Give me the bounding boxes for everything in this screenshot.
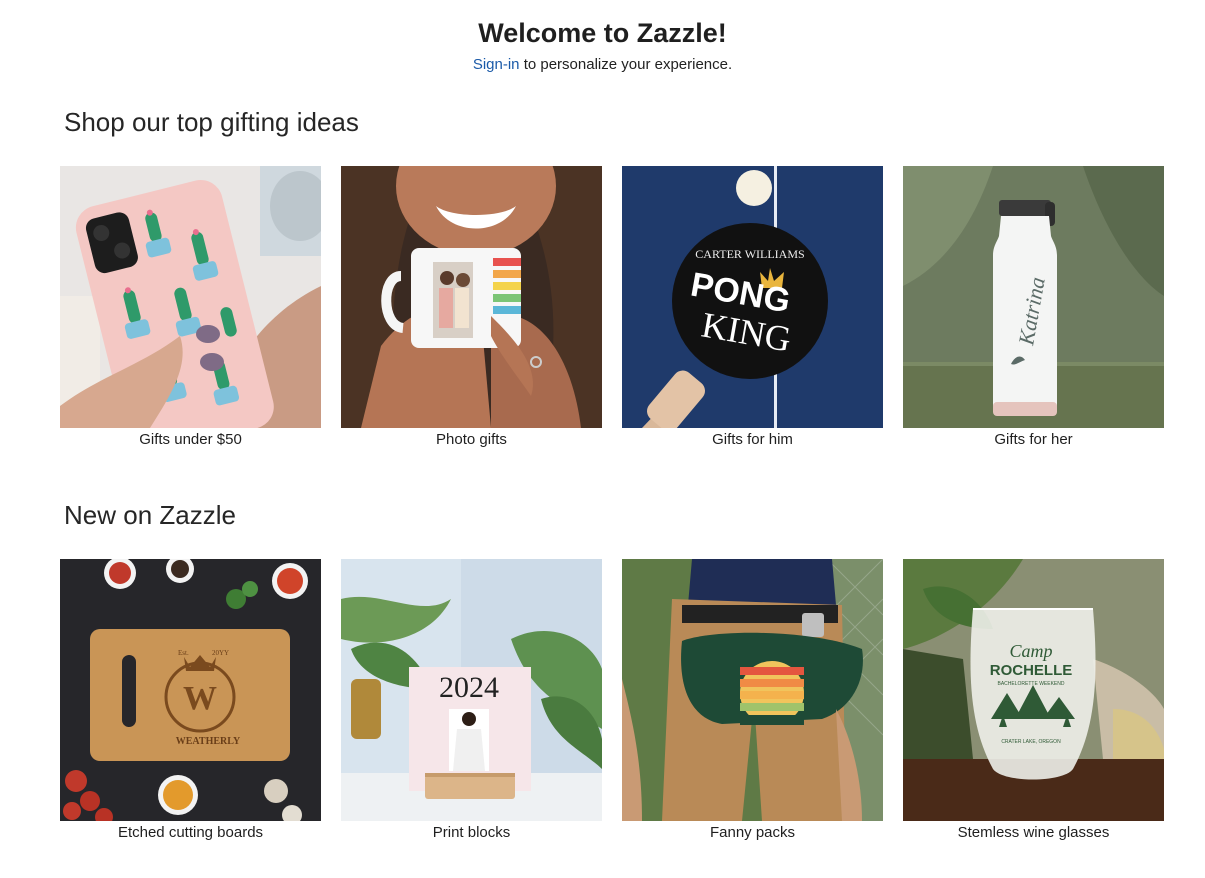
welcome-banner: Welcome to Zazzle! Sign-in to personaliz… <box>0 0 1205 74</box>
fanny-pack-image <box>622 559 883 821</box>
cutting-board-image-svg: Est. 20YY W WEATHERLY <box>60 559 321 821</box>
signin-suffix-text: to personalize your experience. <box>519 56 733 73</box>
print-block-image-svg: 2024 <box>341 559 602 821</box>
new-grid: Est. 20YY W WEATHERLY Etched cutting boa… <box>60 559 1164 843</box>
fanny-pack-image-svg <box>622 559 883 821</box>
card-gifts-for-him[interactable]: CARTER WILLIAMS PONG KING Gifts for him <box>622 166 883 450</box>
water-bottle-image: Katrina <box>903 166 1164 428</box>
board-monogram: W <box>183 680 217 717</box>
welcome-subtitle: Sign-in to personalize your experience. <box>0 56 1205 74</box>
card-label: Gifts for him <box>712 431 793 448</box>
wine-glass-image-svg: Camp ROCHELLE BACHELORETTE WEEKEND CRATE… <box>903 559 1164 821</box>
card-label: Gifts for her <box>994 431 1073 448</box>
cactus-phone-case-image-svg <box>60 166 321 428</box>
glass-text-1: Camp <box>1009 641 1052 661</box>
water-bottle-image-svg: Katrina <box>903 166 1164 428</box>
card-label: Fanny packs <box>709 824 796 841</box>
card-print-blocks[interactable]: 2024 Print blocks <box>341 559 602 843</box>
cutting-board-image: Est. 20YY W WEATHERLY <box>60 559 321 821</box>
card-label: Photo gifts <box>436 431 507 448</box>
glass-text-2: ROCHELLE <box>990 662 1073 679</box>
section-title-new: New on Zazzle <box>64 500 236 530</box>
gifting-grid: Gifts under $50 Photo gifts CARTER WILLI… <box>60 166 1164 450</box>
glass-text-4: CRATER LAKE, OREGON <box>1001 739 1061 745</box>
card-gifts-under-50[interactable]: Gifts under $50 <box>60 166 321 450</box>
card-fanny-packs[interactable]: Fanny packs <box>622 559 883 843</box>
block-year: 2024 <box>439 671 499 704</box>
card-photo-gifts[interactable]: Photo gifts <box>341 166 602 450</box>
print-block-image: 2024 <box>341 559 602 821</box>
board-name: WEATHERLY <box>176 736 241 747</box>
wine-glass-image: Camp ROCHELLE BACHELORETTE WEEKEND CRATE… <box>903 559 1164 821</box>
board-est: Est. <box>178 649 189 657</box>
photo-mug-image <box>341 166 602 428</box>
card-etched-cutting-boards[interactable]: Est. 20YY W WEATHERLY Etched cutting boa… <box>60 559 321 843</box>
photo-mug-image-svg <box>341 166 602 428</box>
card-gifts-for-her[interactable]: Katrina Gifts for her <box>903 166 1164 450</box>
ping-pong-paddle-image-svg: CARTER WILLIAMS PONG KING <box>622 166 883 428</box>
card-label: Etched cutting boards <box>117 824 264 841</box>
page: Welcome to Zazzle! Sign-in to personaliz… <box>0 0 1205 878</box>
paddle-top-text: CARTER WILLIAMS <box>695 247 804 261</box>
card-label: Print blocks <box>432 824 511 841</box>
card-label: Gifts under $50 <box>139 431 242 448</box>
ping-pong-paddle-image: CARTER WILLIAMS PONG KING <box>622 166 883 428</box>
card-stemless-wine-glasses[interactable]: Camp ROCHELLE BACHELORETTE WEEKEND CRATE… <box>903 559 1164 843</box>
board-year: 20YY <box>212 649 229 657</box>
signin-link[interactable]: Sign-in <box>473 56 520 73</box>
glass-text-3: BACHELORETTE WEEKEND <box>998 681 1065 687</box>
card-label: Stemless wine glasses <box>957 824 1110 841</box>
section-title-gifting: Shop our top gifting ideas <box>64 107 359 137</box>
welcome-title: Welcome to Zazzle! <box>478 18 727 48</box>
cactus-phone-case-image <box>60 166 321 428</box>
